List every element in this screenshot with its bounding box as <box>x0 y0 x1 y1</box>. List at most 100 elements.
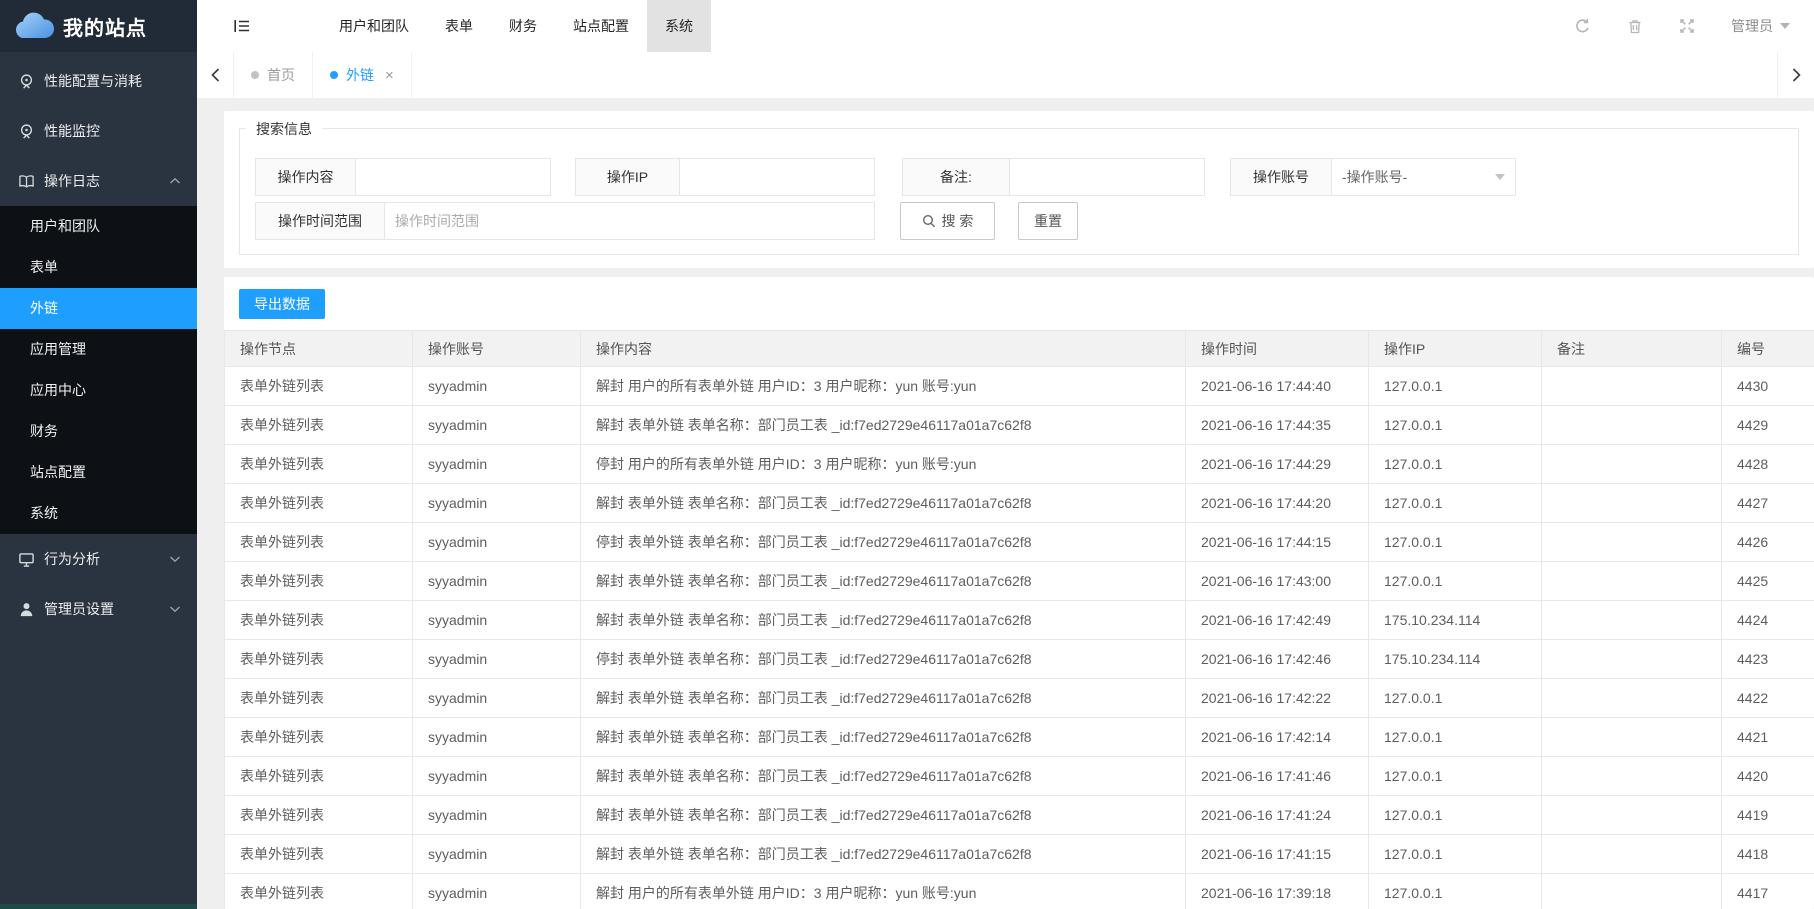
nav-item-system[interactable]: 系统 <box>647 0 711 52</box>
content-input[interactable] <box>356 158 551 196</box>
tabs-scroll-left-icon[interactable] <box>197 52 234 98</box>
table-cell <box>1542 523 1722 562</box>
table-cell: 127.0.0.1 <box>1369 679 1542 718</box>
table-cell: 4427 <box>1722 484 1814 523</box>
brand-title: 我的站点 <box>63 12 147 41</box>
table-cell: 表单外链列表 <box>225 484 413 523</box>
table-cell <box>1542 445 1722 484</box>
sidebar-subitem-system[interactable]: 系统 <box>0 493 197 534</box>
nav-item-forms[interactable]: 表单 <box>427 0 491 52</box>
table-cell <box>1542 757 1722 796</box>
table-cell: 4430 <box>1722 367 1814 406</box>
table-cell: 解封 表单外链 表单名称：部门员工表 _id:f7ed2729e46117a01… <box>581 679 1186 718</box>
table-cell: 表单外链列表 <box>225 640 413 679</box>
sidebar: 我的站点 性能配置与消耗 性能监控 <box>0 0 197 909</box>
table-cell: 表单外链列表 <box>225 445 413 484</box>
sidebar-subitem-forms[interactable]: 表单 <box>0 247 197 288</box>
sidebar-subitem-app-center[interactable]: 应用中心 <box>0 370 197 411</box>
collapse-sidebar-icon[interactable] <box>233 18 251 34</box>
search-field-content: 操作内容 <box>255 158 551 196</box>
table-cell: 127.0.0.1 <box>1369 562 1542 601</box>
column-header: 操作IP <box>1369 331 1542 367</box>
table-cell: syyadmin <box>413 874 581 909</box>
brand-logo[interactable]: 我的站点 <box>0 0 197 52</box>
table-cell: syyadmin <box>413 640 581 679</box>
time-range-input[interactable] <box>385 202 875 240</box>
note-input[interactable] <box>1010 158 1205 196</box>
sidebar-nav: 性能配置与消耗 性能监控 操作日志 <box>0 52 197 634</box>
table-cell: 停封 用户的所有表单外链 用户ID：3 用户昵称：yun 账号:yun <box>581 445 1186 484</box>
table-cell: 2021-06-16 17:44:40 <box>1186 367 1369 406</box>
table-cell: 表单外链列表 <box>225 523 413 562</box>
search-field-time-range: 操作时间范围 <box>255 202 875 240</box>
table-cell: 解封 表单外链 表单名称：部门员工表 _id:f7ed2729e46117a01… <box>581 835 1186 874</box>
table-row: 表单外链列表syyadmin解封 表单外链 表单名称：部门员工表 _id:f7e… <box>225 562 1814 601</box>
column-header: 备注 <box>1542 331 1722 367</box>
account-select[interactable]: -操作账号- <box>1332 158 1516 196</box>
table-cell: 2021-06-16 17:42:49 <box>1186 601 1369 640</box>
user-menu[interactable]: 管理员 <box>1731 16 1790 36</box>
sidebar-subitem-site-config[interactable]: 站点配置 <box>0 452 197 493</box>
chevron-down-icon <box>169 555 181 563</box>
ip-input[interactable] <box>680 158 875 196</box>
sidebar-item-operation-log[interactable]: 操作日志 <box>0 156 197 206</box>
search-field-ip: 操作IP <box>575 158 875 196</box>
table-cell: 表单外链列表 <box>225 406 413 445</box>
nav-item-users-teams[interactable]: 用户和团队 <box>321 0 427 52</box>
table-row: 表单外链列表syyadmin解封 表单外链 表单名称：部门员工表 _id:f7e… <box>225 679 1814 718</box>
book-icon <box>18 173 35 190</box>
table-cell: 解封 表单外链 表单名称：部门员工表 _id:f7ed2729e46117a01… <box>581 601 1186 640</box>
column-header: 编号 <box>1722 331 1814 367</box>
sidebar-subitem-finance[interactable]: 财务 <box>0 411 197 452</box>
refresh-icon[interactable] <box>1574 18 1591 35</box>
sidebar-item-performance-monitor[interactable]: 性能监控 <box>0 106 197 156</box>
nav-item-finance[interactable]: 财务 <box>491 0 555 52</box>
tab-home[interactable]: 首页 <box>234 52 312 98</box>
chevron-down-icon <box>169 605 181 613</box>
nav-item-site-config[interactable]: 站点配置 <box>555 0 647 52</box>
table-cell: 解封 表单外链 表单名称：部门员工表 _id:f7ed2729e46117a01… <box>581 406 1186 445</box>
tab-bar: 首页 外链 × <box>197 52 1814 99</box>
table-cell: syyadmin <box>413 835 581 874</box>
table-cell: 4425 <box>1722 562 1814 601</box>
table-cell: 表单外链列表 <box>225 757 413 796</box>
tab-external-links[interactable]: 外链 × <box>312 52 412 98</box>
fullscreen-icon[interactable] <box>1679 18 1695 34</box>
search-field-note: 备注: <box>902 158 1205 196</box>
table-cell: 127.0.0.1 <box>1369 757 1542 796</box>
table-cell <box>1542 718 1722 757</box>
table-cell: syyadmin <box>413 484 581 523</box>
monitor-icon <box>18 551 35 568</box>
table-row: 表单外链列表syyadmin解封 表单外链 表单名称：部门员工表 _id:f7e… <box>225 835 1814 874</box>
sidebar-item-admin-settings[interactable]: 管理员设置 <box>0 584 197 634</box>
sidebar-subitem-external-links[interactable]: 外链 <box>0 288 197 329</box>
table-cell <box>1542 796 1722 835</box>
search-button[interactable]: 搜 索 <box>900 202 995 240</box>
table-cell: 4417 <box>1722 874 1814 909</box>
table-cell: syyadmin <box>413 523 581 562</box>
sidebar-item-behavior-analysis[interactable]: 行为分析 <box>0 534 197 584</box>
sidebar-subitem-app-management[interactable]: 应用管理 <box>0 329 197 370</box>
tab-dot-icon <box>251 71 259 79</box>
table-cell: 2021-06-16 17:44:20 <box>1186 484 1369 523</box>
table-cell: syyadmin <box>413 562 581 601</box>
table-row: 表单外链列表syyadmin解封 表单外链 表单名称：部门员工表 _id:f7e… <box>225 601 1814 640</box>
table-cell: 175.10.234.114 <box>1369 640 1542 679</box>
user-icon <box>18 601 35 618</box>
table-cell: syyadmin <box>413 757 581 796</box>
close-tab-icon[interactable]: × <box>385 67 394 84</box>
table-cell: 2021-06-16 17:44:15 <box>1186 523 1369 562</box>
reset-button[interactable]: 重置 <box>1018 202 1078 240</box>
table-cell: 4420 <box>1722 757 1814 796</box>
time-range-field-label: 操作时间范围 <box>255 202 385 240</box>
sidebar-item-performance-config[interactable]: 性能配置与消耗 <box>0 56 197 106</box>
export-data-button[interactable]: 导出数据 <box>239 289 325 319</box>
gauge-icon <box>18 73 35 90</box>
table-row: 表单外链列表syyadmin解封 表单外链 表单名称：部门员工表 _id:f7e… <box>225 484 1814 523</box>
search-field-account: 操作账号 -操作账号- <box>1230 158 1516 196</box>
table-cell: 127.0.0.1 <box>1369 874 1542 909</box>
sidebar-subitem-users-teams[interactable]: 用户和团队 <box>0 206 197 247</box>
table-cell: 4419 <box>1722 796 1814 835</box>
trash-icon[interactable] <box>1627 18 1643 35</box>
tabs-scroll-right-icon[interactable] <box>1777 52 1814 98</box>
